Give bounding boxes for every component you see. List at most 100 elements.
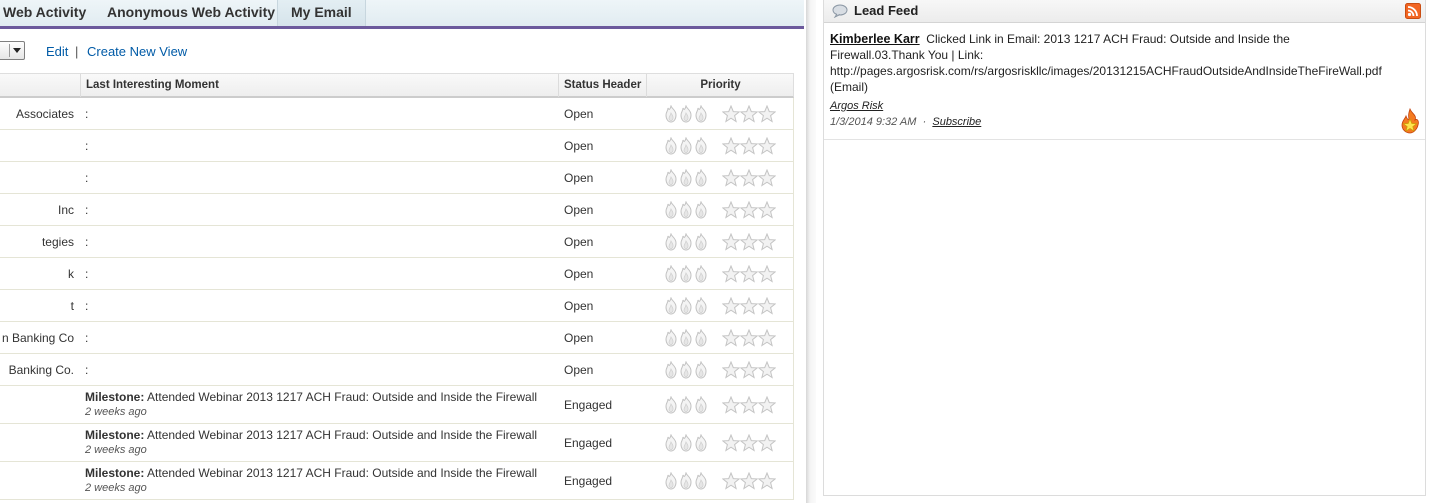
status-cell: Open — [558, 322, 646, 353]
star-icon — [739, 200, 759, 222]
score-flames — [664, 136, 708, 158]
star-icon — [757, 104, 777, 126]
lead-name-cell — [0, 386, 80, 423]
moment-text: : — [85, 331, 89, 345]
flame-icon — [664, 296, 678, 318]
table-row[interactable]: Milestone: Attended Webinar 2013 1217 AC… — [0, 462, 794, 500]
score-flames — [664, 433, 708, 455]
star-icon — [721, 328, 741, 350]
star-icon — [757, 471, 777, 493]
grade-stars — [721, 395, 777, 417]
priority-cell — [646, 194, 794, 225]
edit-view-link[interactable]: Edit — [46, 44, 68, 59]
lead-name[interactable]: k — [68, 267, 74, 281]
grid-header: Last Interesting Moment Status Header Pr… — [0, 73, 794, 98]
score-flames — [664, 395, 708, 417]
flame-icon — [679, 200, 693, 222]
score-flames — [664, 168, 708, 190]
moment-cell: : — [80, 98, 558, 129]
link-separator: | — [75, 44, 79, 59]
priority-cell — [646, 98, 794, 129]
star-icon — [757, 232, 777, 254]
moment-text: : — [85, 107, 89, 121]
table-row[interactable]: tegies: Open — [0, 226, 794, 258]
star-icon — [757, 360, 777, 382]
grade-stars — [721, 264, 777, 286]
milestone-description: Attended Webinar 2013 1217 ACH Fraud: Ou… — [144, 466, 538, 480]
grade-stars — [721, 168, 777, 190]
table-row[interactable]: Milestone: Attended Webinar 2013 1217 AC… — [0, 424, 794, 462]
flame-icon — [679, 471, 693, 493]
star-icon — [757, 200, 777, 222]
flame-icon — [679, 136, 693, 158]
grade-stars — [721, 200, 777, 222]
table-row[interactable]: : Open — [0, 130, 794, 162]
moment-text: : — [85, 235, 89, 249]
score-flames — [664, 296, 708, 318]
flame-icon — [694, 433, 708, 455]
flame-icon — [679, 264, 693, 286]
tab-my-email[interactable]: My Email — [277, 0, 366, 26]
tab-anonymous-web-activity[interactable]: Anonymous Web Activity — [107, 0, 275, 26]
flame-icon — [694, 264, 708, 286]
lead-name[interactable]: n Banking Co — [2, 331, 74, 345]
star-icon — [739, 471, 759, 493]
col-last-interesting-moment[interactable]: Last Interesting Moment — [80, 74, 558, 97]
table-row[interactable]: Milestone: Attended Webinar 2013 1217 AC… — [0, 386, 794, 424]
lead-name-cell: Banking Co. — [0, 354, 80, 385]
priority-cell — [646, 424, 794, 461]
grade-stars — [721, 136, 777, 158]
star-icon — [721, 136, 741, 158]
star-icon — [721, 360, 741, 382]
star-icon — [757, 136, 777, 158]
star-icon — [721, 200, 741, 222]
status-value: Engaged — [564, 474, 613, 488]
view-select[interactable] — [0, 41, 25, 60]
status-cell: Open — [558, 226, 646, 257]
score-flames — [664, 104, 708, 126]
score-flames — [664, 264, 708, 286]
col-status-header[interactable]: Status Header — [558, 74, 646, 97]
milestone-text: Milestone: Attended Webinar 2013 1217 AC… — [85, 390, 537, 404]
table-row[interactable]: t: Open — [0, 290, 794, 322]
create-new-view-link[interactable]: Create New View — [87, 44, 187, 59]
tab-web-activity[interactable]: Web Activity — [3, 0, 86, 26]
milestone-text: Milestone: Attended Webinar 2013 1217 AC… — [85, 428, 537, 442]
moment-text: : — [85, 363, 89, 377]
table-row[interactable]: Inc: Open — [0, 194, 794, 226]
lead-name[interactable]: t — [71, 299, 74, 313]
table-row[interactable]: Associates: Open — [0, 98, 794, 130]
lead-name[interactable]: tegies — [42, 235, 74, 249]
grade-stars — [721, 471, 777, 493]
feed-author-link[interactable]: Kimberlee Karr — [830, 32, 920, 46]
lead-feed-panel: Lead Feed Kimberlee Karr Clicked Link in… — [823, 0, 1426, 496]
star-icon — [721, 232, 741, 254]
star-icon — [739, 360, 759, 382]
table-row[interactable]: : Open — [0, 162, 794, 194]
star-icon — [739, 433, 759, 455]
milestone-description: Attended Webinar 2013 1217 ACH Fraud: Ou… — [144, 428, 538, 442]
flame-icon — [694, 471, 708, 493]
lead-name[interactable]: Inc — [58, 203, 74, 217]
table-row[interactable]: Banking Co.: Open — [0, 354, 794, 386]
lead-name[interactable]: Banking Co. — [9, 363, 74, 377]
subscribe-link[interactable]: Subscribe — [932, 116, 981, 128]
feed-item-link-url: http://pages.argosrisk.com/rs/argosriskl… — [830, 64, 1382, 78]
star-icon — [757, 433, 777, 455]
priority-cell — [646, 290, 794, 321]
col-priority[interactable]: Priority — [646, 74, 794, 97]
star-icon — [757, 168, 777, 190]
priority-cell — [646, 386, 794, 423]
feed-source-link[interactable]: Argos Risk — [830, 100, 883, 112]
score-flames — [664, 328, 708, 350]
table-row[interactable]: k: Open — [0, 258, 794, 290]
status-cell: Engaged — [558, 424, 646, 461]
rss-icon[interactable] — [1405, 3, 1421, 22]
lead-name[interactable]: Associates — [16, 107, 74, 121]
feed-item-line-1: Kimberlee Karr Clicked Link in Email: 20… — [830, 32, 1290, 46]
table-row[interactable]: n Banking Co: Open — [0, 322, 794, 354]
flame-icon — [664, 168, 678, 190]
grade-stars — [721, 328, 777, 350]
star-icon — [721, 471, 741, 493]
tabs-bar: Web Activity Anonymous Web Activity My E… — [0, 0, 804, 29]
